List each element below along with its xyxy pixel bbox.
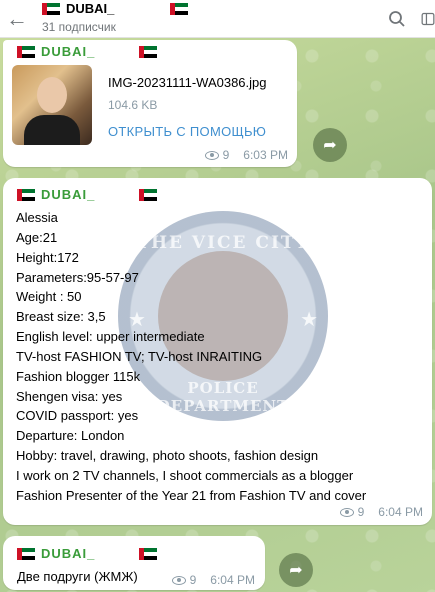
message-bubble[interactable]: DUBAI_ THE VICE CITY POLICE DEPARTMENT ★…: [3, 178, 432, 525]
image-thumbnail[interactable]: [12, 65, 92, 145]
search-button[interactable]: [387, 9, 407, 29]
forward-arrow-icon: ➦: [289, 562, 303, 579]
views-eye-icon: [171, 575, 186, 585]
message-text: Alessia Age:21 Height:172 Parameters:95-…: [16, 208, 366, 506]
text-line: Weight : 50: [16, 289, 82, 305]
text-line: Parameters:95-57-97: [16, 269, 139, 285]
view-count: 9: [357, 505, 365, 519]
message-time: 6:03 PM: [243, 148, 288, 162]
message-time: 6:04 PM: [210, 573, 255, 587]
message-meta: 9 6:03 PM: [204, 148, 288, 162]
forward-button[interactable]: ➦: [313, 128, 347, 162]
view-count: 9: [189, 573, 197, 587]
text-line: Hobby: travel, drawing, photo shoots, fa…: [16, 448, 319, 464]
forward-arrow-icon: ➦: [323, 137, 337, 154]
channel-name: DUBAI_: [66, 1, 115, 16]
views-eye-icon: [339, 507, 354, 517]
message-time: 6:04 PM: [378, 505, 423, 519]
message-sender[interactable]: DUBAI_: [17, 44, 158, 59]
message-sender[interactable]: DUBAI_: [17, 187, 158, 202]
file-name[interactable]: IMG-20231111-WA0386.jpg: [108, 75, 267, 90]
text-line: TV-host FASHION TV; TV-host INRAITING: [16, 348, 263, 364]
views-eye-icon: [204, 150, 219, 160]
uae-flag-icon: [17, 188, 35, 201]
uae-flag-icon: [139, 45, 158, 58]
arrow-left-icon: ←: [6, 5, 28, 31]
text-line: Breast size: 3,5: [16, 309, 106, 325]
text-line: English level: upper intermediate: [16, 329, 205, 345]
message-bubble[interactable]: DUBAI_ Две подруги (ЖМЖ) 9 6:04 PM: [3, 536, 265, 590]
forward-button[interactable]: ➦: [279, 553, 313, 587]
search-icon: [389, 10, 405, 27]
file-size: 104.6 KB: [108, 98, 158, 112]
text-line: Fashion blogger 115k: [16, 368, 141, 384]
text-line: Departure: London: [16, 428, 125, 444]
text-line: Alessia: [16, 210, 58, 225]
sender-name: DUBAI_: [41, 546, 96, 561]
back-button[interactable]: ←: [0, 0, 34, 38]
text-line: Shengen visa: yes: [16, 388, 123, 404]
uae-flag-icon: [170, 2, 189, 15]
sidebar-toggle-button[interactable]: [421, 9, 435, 29]
message-text: Две подруги (ЖМЖ): [17, 569, 138, 584]
sender-name: DUBAI_: [41, 187, 96, 202]
uae-flag-icon: [139, 547, 158, 560]
message-bubble[interactable]: DUBAI_ IMG-20231111-WA0386.jpg 104.6 KB …: [3, 40, 297, 167]
uae-flag-icon: [42, 2, 60, 15]
text-line: I work on 2 TV channels, I shoot commerc…: [16, 467, 354, 483]
sender-name: DUBAI_: [41, 44, 96, 59]
chat-header: ← DUBAI_ 31 подписчик: [0, 0, 435, 38]
message-meta: 9 6:04 PM: [171, 573, 255, 587]
channel-info[interactable]: DUBAI_ 31 подписчик: [34, 1, 387, 34]
text-line: COVID passport: yes: [16, 408, 139, 424]
view-count: 9: [222, 148, 230, 162]
text-line: Age:21: [16, 229, 58, 245]
subscriber-count: 31 подписчик: [42, 20, 116, 34]
uae-flag-icon: [17, 45, 35, 58]
message-meta: 9 6:04 PM: [339, 505, 423, 519]
uae-flag-icon: [139, 188, 158, 201]
message-sender[interactable]: DUBAI_: [17, 546, 158, 561]
open-with-link[interactable]: ОТКРЫТЬ С ПОМОЩЬЮ: [108, 124, 266, 139]
text-line: Height:172: [16, 249, 79, 265]
channel-title: DUBAI_: [42, 1, 387, 16]
text-line: Fashion Presenter of the Year 21 from Fa…: [16, 487, 367, 503]
uae-flag-icon: [17, 547, 35, 560]
sidebar-toggle-icon: [421, 12, 435, 25]
